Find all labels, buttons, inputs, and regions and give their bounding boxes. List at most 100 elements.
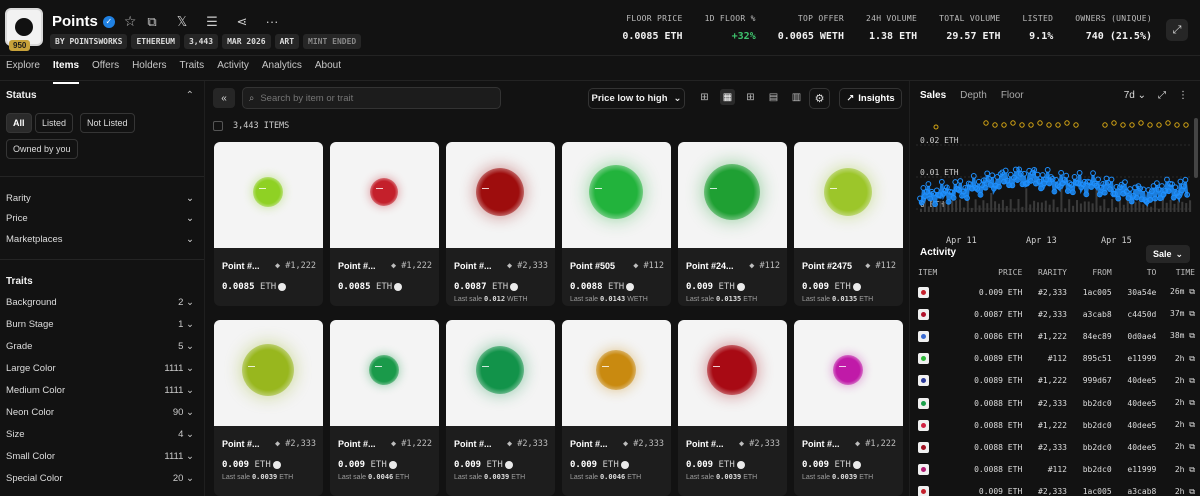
- grid-medium-icon[interactable]: ▦: [720, 89, 735, 105]
- settings-gear-icon[interactable]: ⚙: [809, 88, 830, 109]
- item-card[interactable]: Point #24... ◆ #112 0.009 ETH Last sale 0.0…: [678, 142, 787, 306]
- activity-row[interactable]: 0.0088 ETH #1,222 bb2dc0 40dee5 2h ⧉: [918, 414, 1195, 436]
- cart-icon[interactable]: [278, 282, 287, 291]
- search-bar[interactable]: ⌕: [242, 87, 501, 109]
- activity-item-thumb[interactable]: [918, 370, 948, 392]
- activity-to[interactable]: e11999: [1112, 348, 1156, 370]
- external-link-icon[interactable]: ⧉: [1184, 309, 1195, 318]
- activity-item-thumb[interactable]: [918, 436, 948, 458]
- chart-tab-depth[interactable]: Depth: [960, 90, 987, 101]
- trait-row[interactable]: Small Color 1111 ⌄: [6, 451, 194, 462]
- external-link-icon[interactable]: ⧉: [1184, 487, 1195, 496]
- cart-icon[interactable]: [510, 282, 519, 291]
- tab-holders[interactable]: Holders: [132, 58, 166, 80]
- filter-price[interactable]: Price ⌄: [6, 213, 194, 224]
- trait-row[interactable]: Burn Stage 1 ⌄: [6, 319, 194, 330]
- activity-item-thumb[interactable]: [918, 459, 948, 481]
- item-card[interactable]: Point #... ◆ #2,333 0.009 ETH Last sale 0.0…: [678, 320, 787, 496]
- sort-dropdown[interactable]: Price low to high ⌄: [588, 88, 685, 109]
- item-card[interactable]: Point #... ◆ #2,333 0.009 ETH Last sale 0.0…: [562, 320, 671, 496]
- activity-from[interactable]: 895c51: [1067, 348, 1112, 370]
- activity-to[interactable]: 40dee5: [1112, 414, 1156, 436]
- trait-row[interactable]: Medium Color 1111 ⌄: [6, 385, 194, 396]
- activity-to[interactable]: c4450d: [1112, 303, 1156, 325]
- status-all-pill[interactable]: All: [6, 113, 32, 133]
- item-card[interactable]: Point #2475 ◆ #112 0.009 ETH Last sale 0.01…: [794, 142, 903, 306]
- activity-row[interactable]: 0.0089 ETH #112 895c51 e11999 2h ⧉: [918, 348, 1195, 370]
- activity-to[interactable]: 0d0ae4: [1112, 325, 1156, 347]
- trait-row[interactable]: Grade 5 ⌄: [6, 341, 194, 352]
- item-image[interactable]: [678, 320, 787, 426]
- cart-icon[interactable]: [852, 282, 861, 291]
- tab-items[interactable]: Items: [52, 58, 80, 84]
- cart-icon[interactable]: [504, 460, 513, 469]
- item-card[interactable]: Point #... ◆ #2,333 0.009 ETH Last sale 0.0…: [446, 320, 555, 496]
- activity-item-thumb[interactable]: [918, 281, 948, 303]
- activity-row[interactable]: 0.0089 ETH #1,222 999d67 40dee5 2h ⧉: [918, 370, 1195, 392]
- activity-item-thumb[interactable]: [918, 348, 948, 370]
- activity-to[interactable]: 30a54e: [1112, 281, 1156, 303]
- cart-icon[interactable]: [620, 460, 629, 469]
- external-link-icon[interactable]: ⧉: [1184, 465, 1195, 474]
- grid-small-icon[interactable]: ⊞: [697, 89, 712, 105]
- activity-item-thumb[interactable]: [918, 303, 948, 325]
- activity-to[interactable]: 40dee5: [1112, 392, 1156, 414]
- status-owned-pill[interactable]: Owned by you: [6, 139, 78, 159]
- item-card[interactable]: Point #505 ◆ #112 0.0088 ETH Last sale 0.01…: [562, 142, 671, 306]
- activity-from[interactable]: bb2dc0: [1067, 392, 1112, 414]
- search-input[interactable]: [260, 92, 481, 104]
- item-card[interactable]: Point #... ◆ #1,222 0.009 ETH Last sale 0.0…: [330, 320, 439, 496]
- activity-from[interactable]: 999d67: [1067, 370, 1112, 392]
- activity-row[interactable]: 0.0087 ETH #2,333 a3cab8 c4450d 37m ⧉: [918, 303, 1195, 325]
- item-image[interactable]: [446, 142, 555, 248]
- range-select[interactable]: 7d ⌄: [1124, 90, 1146, 101]
- item-image[interactable]: [330, 320, 439, 426]
- item-image[interactable]: [330, 142, 439, 248]
- cart-icon[interactable]: [388, 460, 397, 469]
- external-link-icon[interactable]: ⧉: [1184, 331, 1195, 340]
- filter-rarity[interactable]: Rarity ⌄: [6, 193, 194, 204]
- item-card[interactable]: Point #... ◆ #2,333 0.0087 ETH Last sale 0.…: [446, 142, 555, 306]
- cart-icon[interactable]: [626, 282, 635, 291]
- more-icon[interactable]: ···: [263, 14, 281, 30]
- tab-activity[interactable]: Activity: [217, 58, 249, 80]
- external-link-icon[interactable]: ⧉: [1184, 420, 1195, 429]
- tab-about[interactable]: About: [315, 58, 341, 80]
- cart-icon[interactable]: [852, 460, 861, 469]
- cart-icon[interactable]: [736, 282, 745, 291]
- trait-row[interactable]: Background 2 ⌄: [6, 297, 194, 308]
- list-icon[interactable]: ▤: [766, 89, 781, 105]
- item-card[interactable]: Point #... ◆ #2,333 0.009 ETH Last sale 0.0…: [214, 320, 323, 496]
- trait-row[interactable]: Neon Color 90 ⌄: [6, 407, 194, 418]
- activity-from[interactable]: bb2dc0: [1067, 459, 1112, 481]
- trait-row[interactable]: Large Color 1111 ⌄: [6, 363, 194, 374]
- status-not-listed-pill[interactable]: Not Listed: [80, 113, 135, 133]
- activity-from[interactable]: 1ac005: [1067, 481, 1112, 496]
- item-card[interactable]: Point #... ◆ #1,222 0.0085 ETH: [214, 142, 323, 306]
- tab-explore[interactable]: Explore: [6, 58, 40, 80]
- trait-row[interactable]: Special Color 20 ⌄: [6, 473, 194, 484]
- external-link-icon[interactable]: ⧉: [1184, 442, 1195, 451]
- activity-from[interactable]: bb2dc0: [1067, 414, 1112, 436]
- activity-row[interactable]: 0.009 ETH #2,333 1ac005 a3cab8 2h ⧉: [918, 481, 1195, 496]
- filter-marketplaces[interactable]: Marketplaces ⌄: [6, 234, 194, 245]
- external-link-icon[interactable]: ⧉: [1184, 398, 1195, 407]
- activity-item-thumb[interactable]: [918, 481, 948, 496]
- activity-filter-select[interactable]: Sale ⌄: [1146, 245, 1190, 263]
- grid-large-icon[interactable]: ⊞: [743, 89, 758, 105]
- activity-to[interactable]: a3cab8: [1112, 481, 1156, 496]
- activity-from[interactable]: 84ec89: [1067, 325, 1112, 347]
- item-image[interactable]: [214, 320, 323, 426]
- chart-tab-sales[interactable]: Sales: [920, 90, 946, 101]
- x-twitter-icon[interactable]: 𝕏: [173, 14, 191, 30]
- cart-icon[interactable]: [272, 460, 281, 469]
- item-image[interactable]: [562, 320, 671, 426]
- item-image[interactable]: [562, 142, 671, 248]
- tab-offers[interactable]: Offers: [92, 58, 119, 80]
- item-card[interactable]: Point #... ◆ #1,222 0.009 ETH Last sale 0.0…: [794, 320, 903, 496]
- activity-row[interactable]: 0.0088 ETH #2,333 bb2dc0 40dee5 2h ⧉: [918, 436, 1195, 458]
- activity-row[interactable]: 0.009 ETH #2,333 1ac005 30a54e 26m ⧉: [918, 281, 1195, 303]
- activity-to[interactable]: 40dee5: [1112, 436, 1156, 458]
- item-image[interactable]: [794, 320, 903, 426]
- insights-button[interactable]: ↗ Insights: [839, 88, 902, 109]
